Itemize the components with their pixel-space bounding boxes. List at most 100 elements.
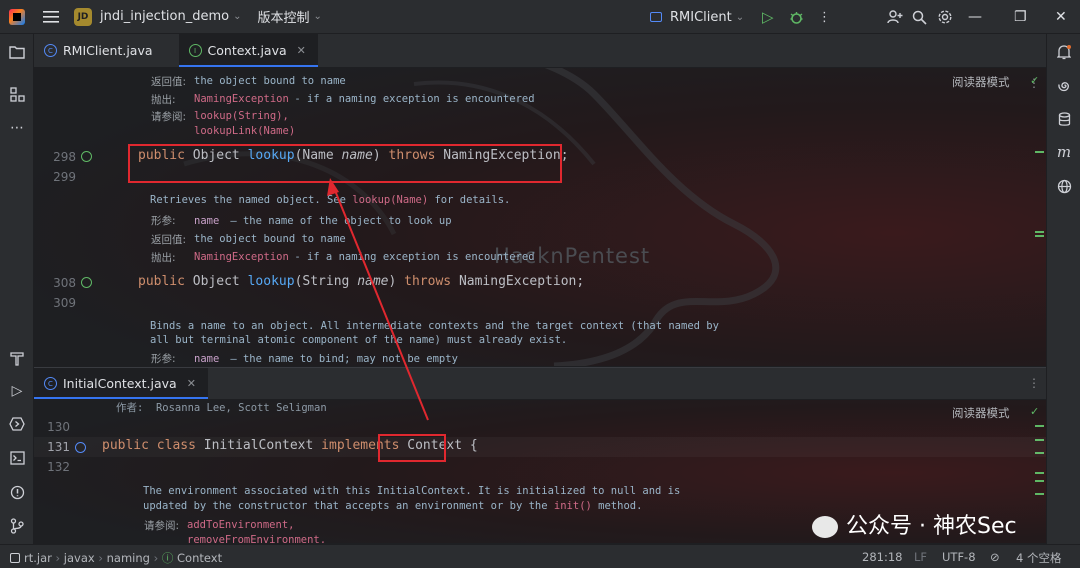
problems-icon[interactable] — [0, 478, 34, 506]
doc-link[interactable]: init() — [554, 500, 592, 512]
git-icon[interactable] — [0, 512, 34, 540]
java-interface-icon: I — [188, 44, 202, 57]
close-window-icon[interactable]: ✕ — [1055, 0, 1067, 34]
code-token: { — [462, 438, 478, 453]
caret-position[interactable]: 281:18 — [862, 550, 902, 564]
search-icon[interactable] — [912, 0, 927, 34]
implemented-gutter-icon[interactable] — [81, 151, 92, 162]
title-bar: JD jndi_injection_demo ⌄ 版本控制 ⌄ RMIClien… — [0, 0, 1080, 34]
change-marker — [1035, 480, 1044, 482]
tab-initialcontext[interactable]: C InitialContext.java ✕ — [34, 368, 208, 399]
inspection-ok-icon: ✓ — [1030, 405, 1040, 418]
doc-text-part: updated by the constructor that accepts … — [143, 500, 554, 512]
run-config-selector[interactable]: RMIClient ⌄ — [650, 0, 744, 34]
minimize-icon[interactable]: — — [968, 0, 982, 34]
database-icon[interactable] — [1047, 104, 1080, 134]
build-hammer-icon[interactable] — [0, 344, 34, 372]
implements-gutter-icon[interactable] — [75, 442, 86, 453]
doc-link[interactable]: lookup(Name) — [352, 194, 428, 206]
highlight-box-interface — [378, 434, 446, 462]
java-class-icon: C — [44, 44, 57, 57]
line-number: 130 — [47, 420, 70, 434]
project-folder-icon[interactable] — [0, 38, 34, 66]
doc-throws-text: - if a naming exception is encountered — [288, 93, 535, 105]
run-icon[interactable]: ▷ — [762, 0, 774, 34]
line-number: 299 — [53, 170, 76, 184]
doc-param-name: name — [194, 215, 220, 227]
maven-icon[interactable]: m — [1047, 137, 1080, 167]
settings-gear-icon[interactable] — [937, 0, 953, 34]
doc-returns-label: 返回值: — [151, 76, 187, 88]
breadcrumb: rt.jar › javax › naming › ⓘ Context — [10, 550, 222, 566]
debug-icon[interactable] — [789, 0, 804, 34]
app-logo-icon[interactable] — [0, 0, 34, 34]
globe-icon[interactable] — [1047, 171, 1080, 201]
doc-throws-link[interactable]: NamingException — [194, 251, 289, 263]
tab-options-icon[interactable]: ⋮ — [1028, 376, 1040, 390]
line-ending[interactable]: LF — [914, 550, 927, 564]
doc-see-link[interactable]: removeFromEnvironment, — [187, 534, 326, 543]
breadcrumb-item[interactable]: naming — [107, 551, 150, 565]
change-marker — [1035, 235, 1044, 237]
readonly-lock-icon[interactable]: ⊘ — [990, 550, 1000, 564]
line-number: 131 — [47, 440, 70, 454]
reader-mode-toggle[interactable]: 阅读器模式 — [952, 74, 1010, 90]
doc-description: all but terminal atomic component of the… — [150, 334, 568, 346]
project-name[interactable]: jndi_injection_demo — [100, 9, 229, 24]
breadcrumb-separator: › — [153, 551, 162, 565]
line-number: 308 — [53, 276, 76, 290]
add-user-icon[interactable] — [887, 0, 903, 34]
implemented-gutter-icon[interactable] — [81, 277, 92, 288]
project-badge[interactable]: JD — [74, 7, 92, 26]
doc-returns-text: the object bound to name — [194, 233, 346, 245]
more-actions-icon[interactable]: ⋮ — [818, 0, 831, 34]
breadcrumb-item[interactable]: Context — [177, 551, 222, 565]
doc-throws-label: 抛出: — [151, 94, 176, 106]
main-menu-icon[interactable] — [34, 0, 68, 34]
vcs-chevron-down-icon[interactable]: ⌄ — [314, 11, 322, 22]
tab-context[interactable]: I Context.java ✕ — [178, 34, 319, 67]
notifications-bell-icon[interactable] — [1047, 37, 1080, 67]
run-tool-icon[interactable]: ▷ — [0, 377, 34, 405]
tab-rmiclient[interactable]: C RMIClient.java — [34, 34, 165, 67]
editor-tabbar-top: C RMIClient.java I Context.java ✕ — [34, 34, 1046, 68]
file-encoding[interactable]: UTF-8 — [942, 550, 976, 564]
terminal-icon[interactable] — [0, 444, 34, 472]
code-token: (String — [294, 274, 358, 289]
run-config-chevron-down-icon: ⌄ — [735, 11, 745, 23]
line-number: 132 — [47, 460, 70, 474]
indent-setting[interactable]: 4 个空格 — [1016, 550, 1061, 566]
tab-label: RMIClient.java — [63, 43, 153, 58]
editor-pane-top: HacknPentest C RMIClient.java I Context.… — [34, 34, 1046, 366]
tab-label: Context.java — [207, 43, 287, 58]
doc-description: Retrieves the named object. See lookup(N… — [150, 194, 510, 206]
doc-param-text: – the name of the object to look up — [224, 215, 452, 227]
run-config-icon — [650, 12, 662, 22]
project-chevron-down-icon[interactable]: ⌄ — [233, 11, 241, 22]
tab-close-icon[interactable]: ✕ — [297, 44, 306, 57]
doc-params-label: 形参: — [151, 215, 176, 227]
ai-assistant-spiral-icon[interactable] — [1047, 70, 1080, 100]
change-marker — [1035, 151, 1044, 153]
services-icon[interactable] — [0, 410, 34, 438]
more-tools-icon[interactable]: ⋯ — [0, 114, 34, 142]
code-token: InitialContext — [203, 438, 314, 453]
structure-icon[interactable] — [0, 80, 34, 108]
vcs-menu[interactable]: 版本控制 — [257, 7, 309, 26]
line-number: 298 — [53, 150, 76, 164]
wechat-watermark: 公众号 · 神农Sec — [812, 508, 1017, 540]
tab-close-icon[interactable]: ✕ — [187, 377, 196, 390]
doc-see-link[interactable]: lookupLink(Name) — [194, 125, 295, 137]
code-token: public — [102, 438, 149, 453]
restore-icon[interactable]: ❐ — [1014, 0, 1027, 34]
doc-text-part: for details. — [428, 194, 511, 206]
reader-mode-toggle[interactable]: 阅读器模式 — [952, 405, 1010, 421]
doc-throws-link[interactable]: NamingException — [194, 93, 289, 105]
breadcrumb-item[interactable]: javax — [64, 551, 95, 565]
doc-see-link[interactable]: lookup(String), — [194, 110, 289, 122]
breadcrumb-item[interactable]: rt.jar — [24, 551, 52, 565]
doc-throws-text: - if a naming exception is encountered — [288, 251, 535, 263]
doc-see-link[interactable]: addToEnvironment, — [187, 519, 294, 531]
change-marker — [1035, 493, 1044, 495]
change-marker — [1035, 472, 1044, 474]
